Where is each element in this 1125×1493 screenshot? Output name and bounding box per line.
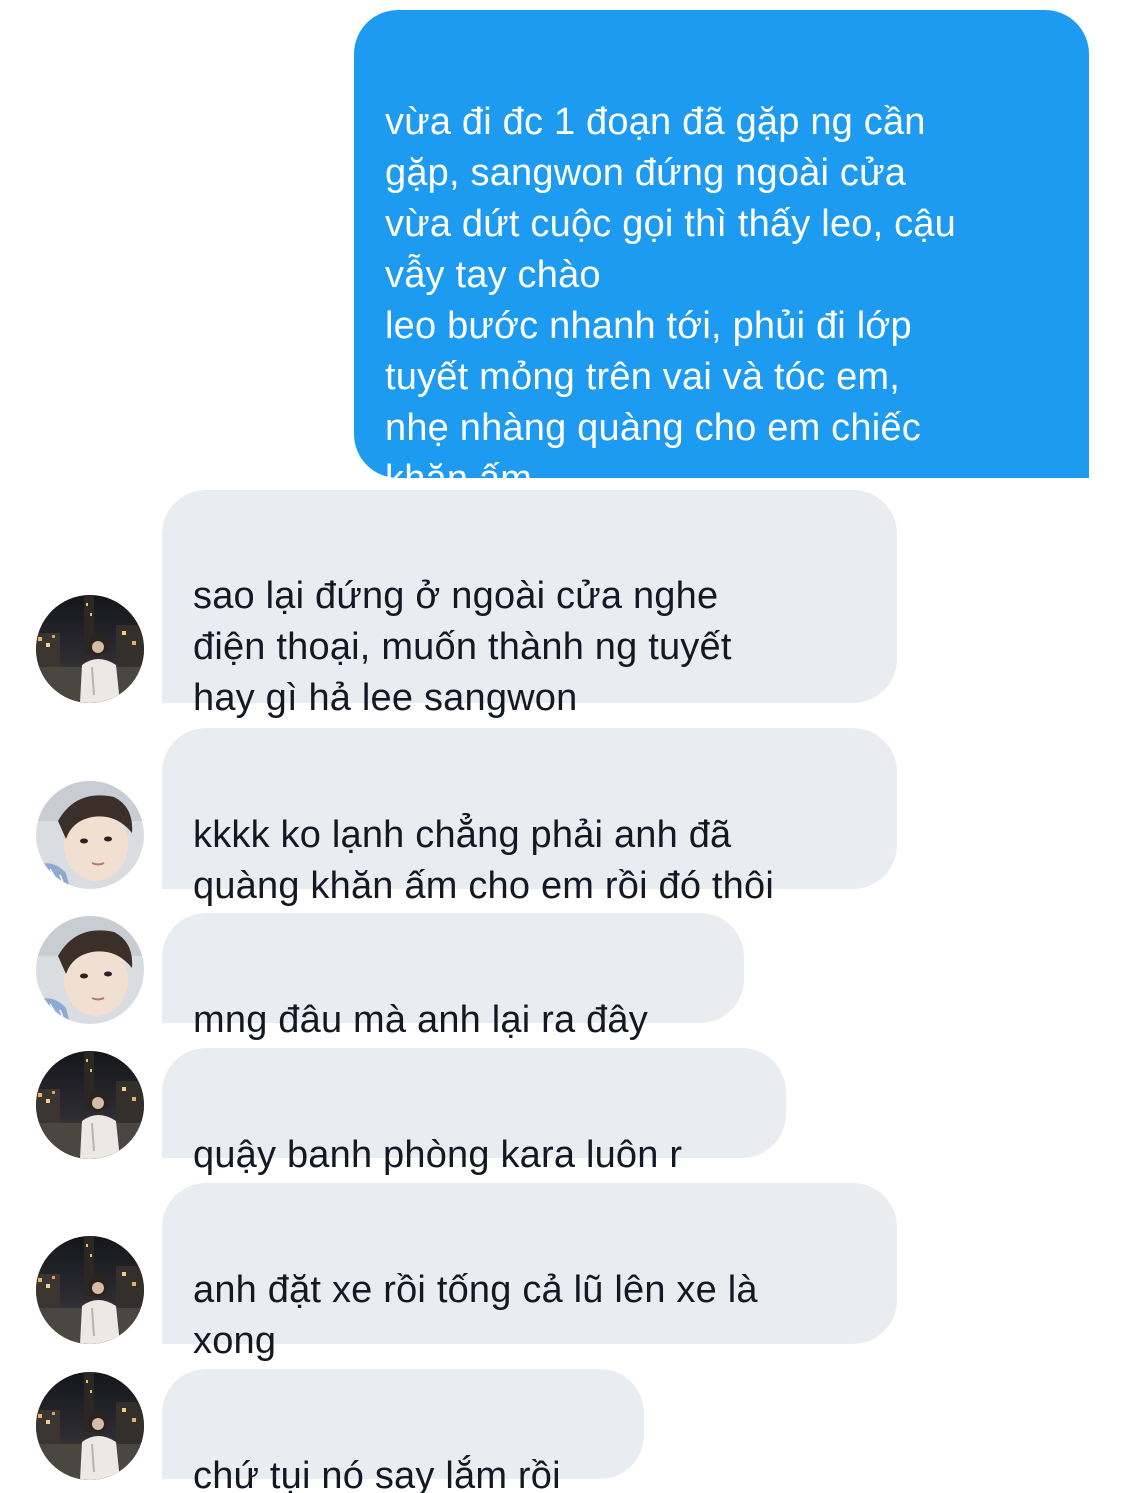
avatar-night-street-image (36, 1051, 144, 1159)
avatar-night-street[interactable] (36, 1236, 144, 1344)
message-text: mng đâu mà anh lại ra đây (193, 999, 648, 1041)
message-text: kkkk ko lạnh chẳng phải anh đã quàng khă… (193, 814, 774, 907)
received-message-bubble[interactable]: sao lại đứng ở ngoài cửa nghe điện thoại… (162, 490, 897, 719)
avatar-selfie-image (36, 916, 144, 1024)
message-text: sao lại đứng ở ngoài cửa nghe điện thoại… (193, 575, 732, 719)
avatar-night-street-image (36, 595, 144, 703)
message-text: anh đặt xe rồi tống cả lũ lên xe là xong (193, 1269, 758, 1362)
received-message-bubble[interactable]: kkkk ko lạnh chẳng phải anh đã quàng khă… (162, 728, 897, 907)
avatar-night-street[interactable] (36, 1372, 144, 1480)
avatar-night-street[interactable] (36, 595, 144, 703)
avatar-night-street-image (36, 1236, 144, 1344)
avatar-night-street[interactable] (36, 1051, 144, 1159)
message-text: quậy banh phòng kara luôn r (193, 1134, 683, 1176)
avatar-selfie[interactable] (36, 781, 144, 889)
avatar-night-street-image (36, 1372, 144, 1480)
received-message-bubble[interactable]: quậy banh phòng kara luôn r (162, 1048, 786, 1176)
message-text: vừa đi đc 1 đoạn đã gặp ng cần gặp, sang… (385, 101, 956, 500)
received-message-bubble[interactable]: mng đâu mà anh lại ra đây (162, 913, 744, 1041)
avatar-selfie-image (36, 781, 144, 889)
sent-message-bubble[interactable]: vừa đi đc 1 đoạn đã gặp ng cần gặp, sang… (354, 10, 1089, 500)
message-thread: vừa đi đc 1 đoạn đã gặp ng cần gặp, sang… (0, 0, 1125, 1493)
message-text: chứ tụi nó say lắm rồi (193, 1455, 561, 1493)
received-message-bubble[interactable]: anh đặt xe rồi tống cả lũ lên xe là xong (162, 1183, 897, 1362)
received-message-bubble[interactable]: chứ tụi nó say lắm rồi (162, 1369, 644, 1493)
avatar-selfie[interactable] (36, 916, 144, 1024)
